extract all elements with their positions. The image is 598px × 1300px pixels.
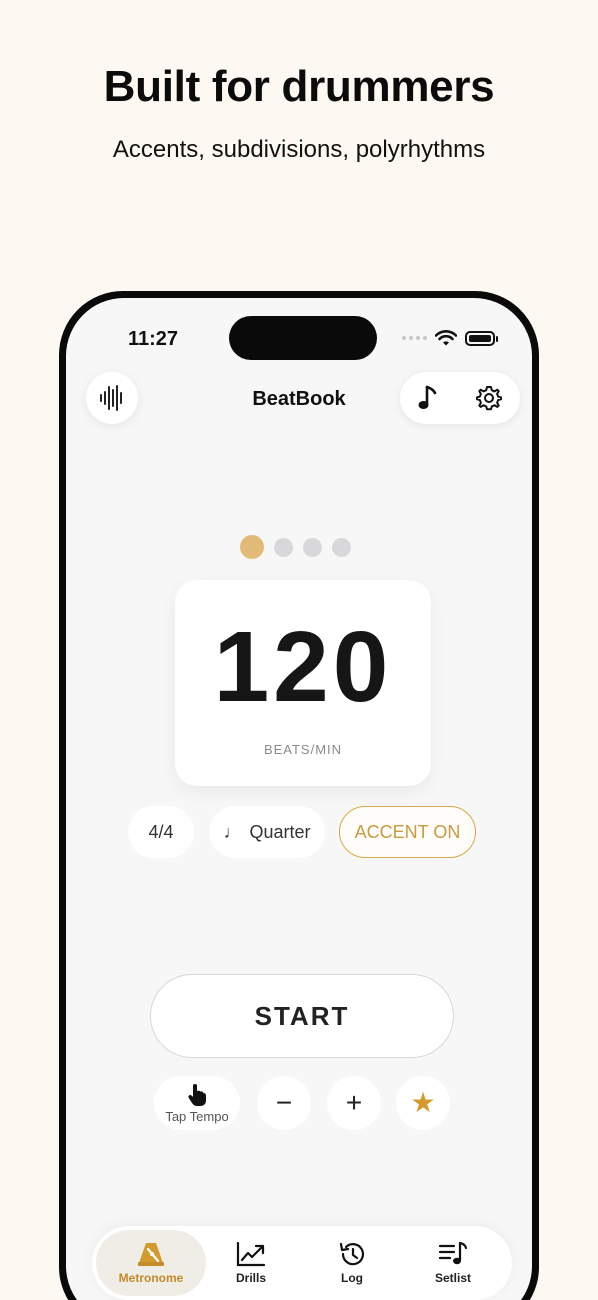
settings-button[interactable] bbox=[475, 384, 503, 412]
tempo-value: 120 bbox=[213, 611, 393, 723]
plus-icon: + bbox=[345, 1087, 363, 1118]
accent-label: ACCENT ON bbox=[354, 821, 461, 842]
time-signature-chip[interactable]: 4/4 bbox=[128, 806, 194, 858]
subdivision-chip[interactable]: ♩ Quarter bbox=[209, 806, 325, 858]
phone-frame: 11:27 BeatBook 120 BEATS/MIN 4/4 ♩ Quart… bbox=[59, 291, 539, 1300]
battery-icon bbox=[465, 330, 498, 346]
page-indicator[interactable] bbox=[240, 535, 351, 559]
wifi-icon bbox=[435, 330, 457, 346]
status-icons bbox=[402, 330, 498, 346]
status-time: 11:27 bbox=[128, 328, 179, 350]
tap-tempo-label: Tap Tempo bbox=[165, 1108, 229, 1124]
music-note-icon bbox=[418, 385, 436, 409]
tempo-card[interactable]: 120 BEATS/MIN bbox=[175, 580, 431, 786]
history-icon bbox=[339, 1242, 365, 1266]
tempo-unit-label: BEATS/MIN bbox=[263, 742, 343, 757]
tab-label-setlist: Setlist bbox=[434, 1271, 471, 1285]
page-dot-1[interactable] bbox=[240, 535, 264, 559]
playlist-icon bbox=[438, 1241, 468, 1265]
start-label: START bbox=[254, 1000, 350, 1031]
favorite-button[interactable]: ★ bbox=[396, 1076, 450, 1130]
page-dot-2[interactable] bbox=[274, 537, 293, 557]
decrease-tempo-button[interactable]: − bbox=[257, 1076, 311, 1130]
tab-label-drills: Drills bbox=[235, 1271, 266, 1285]
minus-icon: − bbox=[275, 1087, 293, 1118]
tab-drills[interactable]: Drills bbox=[196, 1230, 306, 1296]
subdivision-label: Quarter bbox=[249, 821, 311, 842]
dynamic-island bbox=[229, 316, 377, 360]
accent-toggle[interactable]: ACCENT ON bbox=[339, 806, 476, 858]
tab-label-log: Log bbox=[341, 1271, 363, 1285]
tab-log[interactable]: Log bbox=[297, 1230, 407, 1296]
increase-tempo-button[interactable]: + bbox=[327, 1076, 381, 1130]
quarter-note-icon: ♩ bbox=[223, 821, 242, 842]
metronome-icon bbox=[138, 1243, 164, 1266]
tap-tempo-button[interactable]: Tap Tempo bbox=[154, 1076, 240, 1130]
chart-trend-icon bbox=[236, 1241, 266, 1267]
header-actions bbox=[400, 372, 520, 424]
page-dot-3[interactable] bbox=[303, 537, 322, 557]
time-signature-label: 4/4 bbox=[148, 821, 174, 842]
tap-hand-icon bbox=[188, 1083, 206, 1106]
app-screen: 11:27 BeatBook 120 BEATS/MIN 4/4 ♩ Quart… bbox=[66, 298, 532, 1300]
star-icon: ★ bbox=[410, 1087, 436, 1118]
promo-subline: Accents, subdivisions, polyrhythms bbox=[112, 136, 486, 163]
promo-headline: Built for drummers bbox=[103, 62, 495, 111]
page-dot-4[interactable] bbox=[332, 537, 351, 557]
tab-metronome[interactable]: Metronome bbox=[96, 1230, 206, 1296]
tab-label-metronome: Metronome bbox=[118, 1271, 184, 1285]
tab-bar: Metronome Drills Log Setlist bbox=[92, 1226, 512, 1300]
gear-icon bbox=[475, 386, 502, 411]
start-button[interactable]: START bbox=[150, 974, 454, 1058]
tab-setlist[interactable]: Setlist bbox=[398, 1230, 508, 1296]
music-note-button[interactable] bbox=[418, 384, 440, 412]
signal-icon bbox=[402, 336, 427, 340]
